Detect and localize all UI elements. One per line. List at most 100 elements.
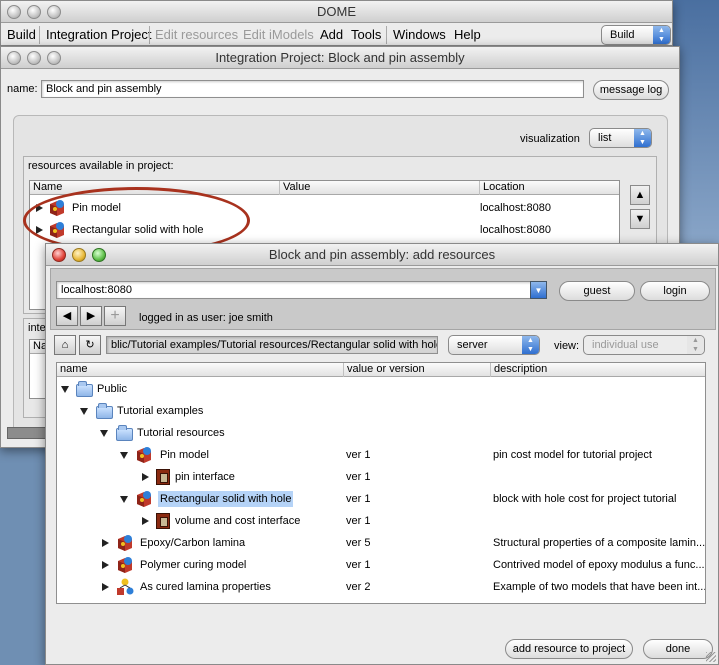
add-resources-titlebar: Block and pin assembly: add resources bbox=[46, 244, 718, 266]
disclosure-triangle-icon[interactable] bbox=[61, 386, 69, 393]
tree-row-epoxy-carbon[interactable]: Epoxy/Carbon lamina ver 5 Structural pro… bbox=[57, 532, 705, 554]
move-down-button[interactable]: ▼ bbox=[630, 209, 650, 229]
menu-help[interactable]: Help bbox=[454, 24, 481, 46]
updown-arrows-icon: ▲ ▼ bbox=[653, 26, 670, 44]
back-arrow-icon: ◀ bbox=[62, 310, 72, 322]
disclosure-triangle-icon[interactable] bbox=[142, 517, 149, 525]
menu-integration-project[interactable]: Integration Project bbox=[46, 24, 152, 46]
visualization-label: visualization bbox=[520, 133, 580, 145]
updown-arrows-icon: ▲ ▼ bbox=[522, 336, 539, 354]
plus-icon: + bbox=[110, 307, 120, 324]
view-select[interactable]: individual use ▲ ▼ bbox=[583, 335, 705, 355]
dome-menubar: Build Integration Project Edit resources… bbox=[1, 24, 601, 46]
column-header-value[interactable]: Value bbox=[280, 181, 480, 195]
menu-tools[interactable]: Tools bbox=[351, 24, 381, 46]
column-header-version[interactable]: value or version bbox=[344, 363, 491, 377]
zoom-icon[interactable] bbox=[47, 5, 61, 19]
selected-item-label: Rectangular solid with hole bbox=[158, 491, 294, 507]
tree-row-tutorial-resources[interactable]: Tutorial resources bbox=[57, 422, 705, 444]
resize-grip-icon[interactable] bbox=[706, 652, 716, 662]
disclosure-triangle-icon[interactable] bbox=[102, 583, 109, 591]
guest-button[interactable]: guest bbox=[559, 281, 635, 301]
forward-arrow-icon: ▶ bbox=[86, 310, 96, 322]
path-field[interactable]: blic/Tutorial examples/Tutorial resource… bbox=[106, 336, 438, 354]
menu-build[interactable]: Build bbox=[7, 24, 36, 46]
message-log-button[interactable]: message log bbox=[593, 80, 669, 100]
move-up-button[interactable]: ▲ bbox=[630, 185, 650, 205]
minimize-icon[interactable] bbox=[72, 248, 86, 262]
folder-icon bbox=[96, 403, 113, 419]
add-resources-window: Block and pin assembly: add resources lo… bbox=[45, 243, 719, 665]
column-header-description[interactable]: description bbox=[491, 363, 705, 377]
column-header-name[interactable]: name bbox=[57, 363, 344, 377]
tree-row-public[interactable]: Public bbox=[57, 378, 705, 400]
refresh-button[interactable]: ↻ bbox=[79, 335, 101, 355]
project-name-field[interactable]: Block and pin assembly bbox=[41, 80, 584, 98]
disclosure-triangle-icon[interactable] bbox=[120, 496, 128, 503]
folder-icon bbox=[116, 425, 133, 441]
interface-icon bbox=[156, 469, 170, 485]
add-resource-button[interactable]: add resource to project bbox=[505, 639, 633, 659]
forward-button[interactable]: ▶ bbox=[80, 306, 102, 326]
model-icon bbox=[137, 447, 151, 463]
close-icon[interactable] bbox=[7, 5, 21, 19]
location-type-select[interactable]: server ▲ ▼ bbox=[448, 335, 540, 355]
server-dropdown-button[interactable]: ▼ bbox=[530, 281, 547, 299]
tree-row-volume-cost-interface[interactable]: volume and cost interface ver 1 bbox=[57, 510, 705, 532]
dome-title: DOME bbox=[317, 4, 356, 19]
disclosure-triangle-icon[interactable] bbox=[142, 473, 149, 481]
visualization-select[interactable]: list ▲ ▼ bbox=[589, 128, 652, 148]
refresh-icon: ↻ bbox=[85, 339, 95, 351]
add-button[interactable]: + bbox=[104, 306, 126, 326]
close-icon[interactable] bbox=[52, 248, 66, 262]
zoom-icon[interactable] bbox=[92, 248, 106, 262]
folder-icon bbox=[76, 381, 93, 397]
disclosure-triangle-icon[interactable] bbox=[120, 452, 128, 459]
server-url-field[interactable]: localhost:8080 bbox=[56, 281, 532, 299]
connection-panel: localhost:8080 ▼ guest login ◀ ▶ + logge… bbox=[50, 268, 716, 330]
model-icon bbox=[118, 535, 132, 551]
disclosure-triangle-icon[interactable] bbox=[100, 430, 108, 437]
integration-project-icon bbox=[117, 578, 134, 595]
login-button[interactable]: login bbox=[640, 281, 710, 301]
tree-row-tutorial-examples[interactable]: Tutorial examples bbox=[57, 400, 705, 422]
menu-add[interactable]: Add bbox=[320, 24, 343, 46]
mode-select[interactable]: Build ▲ ▼ bbox=[601, 25, 671, 45]
close-icon[interactable] bbox=[7, 51, 21, 65]
done-button[interactable]: done bbox=[643, 639, 713, 659]
home-icon: ⌂ bbox=[61, 339, 69, 351]
disclosure-triangle-icon[interactable] bbox=[102, 561, 109, 569]
updown-arrows-icon: ▲ ▼ bbox=[634, 129, 651, 147]
updown-arrows-icon: ▲ ▼ bbox=[687, 336, 704, 354]
tree-row-pin-model[interactable]: Pin model ver 1 pin cost model for tutor… bbox=[57, 444, 705, 466]
tree-row-rectangular-solid[interactable]: Rectangular solid with hole ver 1 block … bbox=[57, 488, 705, 510]
interfaces-label: inte bbox=[28, 322, 46, 334]
minimize-icon[interactable] bbox=[27, 51, 41, 65]
model-icon bbox=[137, 491, 151, 507]
disclosure-triangle-icon[interactable] bbox=[102, 539, 109, 547]
status-bar bbox=[7, 427, 47, 439]
menu-edit-resources[interactable]: Edit resources bbox=[155, 24, 238, 46]
zoom-icon[interactable] bbox=[47, 51, 61, 65]
minimize-icon[interactable] bbox=[27, 5, 41, 19]
project-titlebar: Integration Project: Block and pin assem… bbox=[1, 47, 679, 69]
view-label: view: bbox=[554, 340, 580, 352]
tree-row-as-cured-lamina[interactable]: As cured lamina properties ver 2 Example… bbox=[57, 576, 705, 598]
resources-label: resources available in project: bbox=[28, 160, 174, 172]
home-button[interactable]: ⌂ bbox=[54, 335, 76, 355]
model-icon bbox=[118, 557, 132, 573]
dome-titlebar: DOME bbox=[1, 1, 672, 23]
interface-icon bbox=[156, 513, 170, 529]
tree-row-polymer-curing[interactable]: Polymer curing model ver 1 Contrived mod… bbox=[57, 554, 705, 576]
project-title: Integration Project: Block and pin assem… bbox=[215, 50, 465, 65]
resource-tree-table: name value or version description Public… bbox=[56, 362, 706, 604]
disclosure-triangle-icon[interactable] bbox=[80, 408, 88, 415]
dome-window: DOME Build Integration Project Edit reso… bbox=[0, 0, 673, 46]
name-label: name: bbox=[7, 83, 38, 95]
menu-edit-imodels[interactable]: Edit iModels bbox=[243, 24, 314, 46]
menu-windows[interactable]: Windows bbox=[393, 24, 446, 46]
back-button[interactable]: ◀ bbox=[56, 306, 78, 326]
add-resources-title: Block and pin assembly: add resources bbox=[268, 247, 496, 262]
tree-row-pin-interface[interactable]: pin interface ver 1 bbox=[57, 466, 705, 488]
column-header-location[interactable]: Location bbox=[480, 181, 619, 195]
